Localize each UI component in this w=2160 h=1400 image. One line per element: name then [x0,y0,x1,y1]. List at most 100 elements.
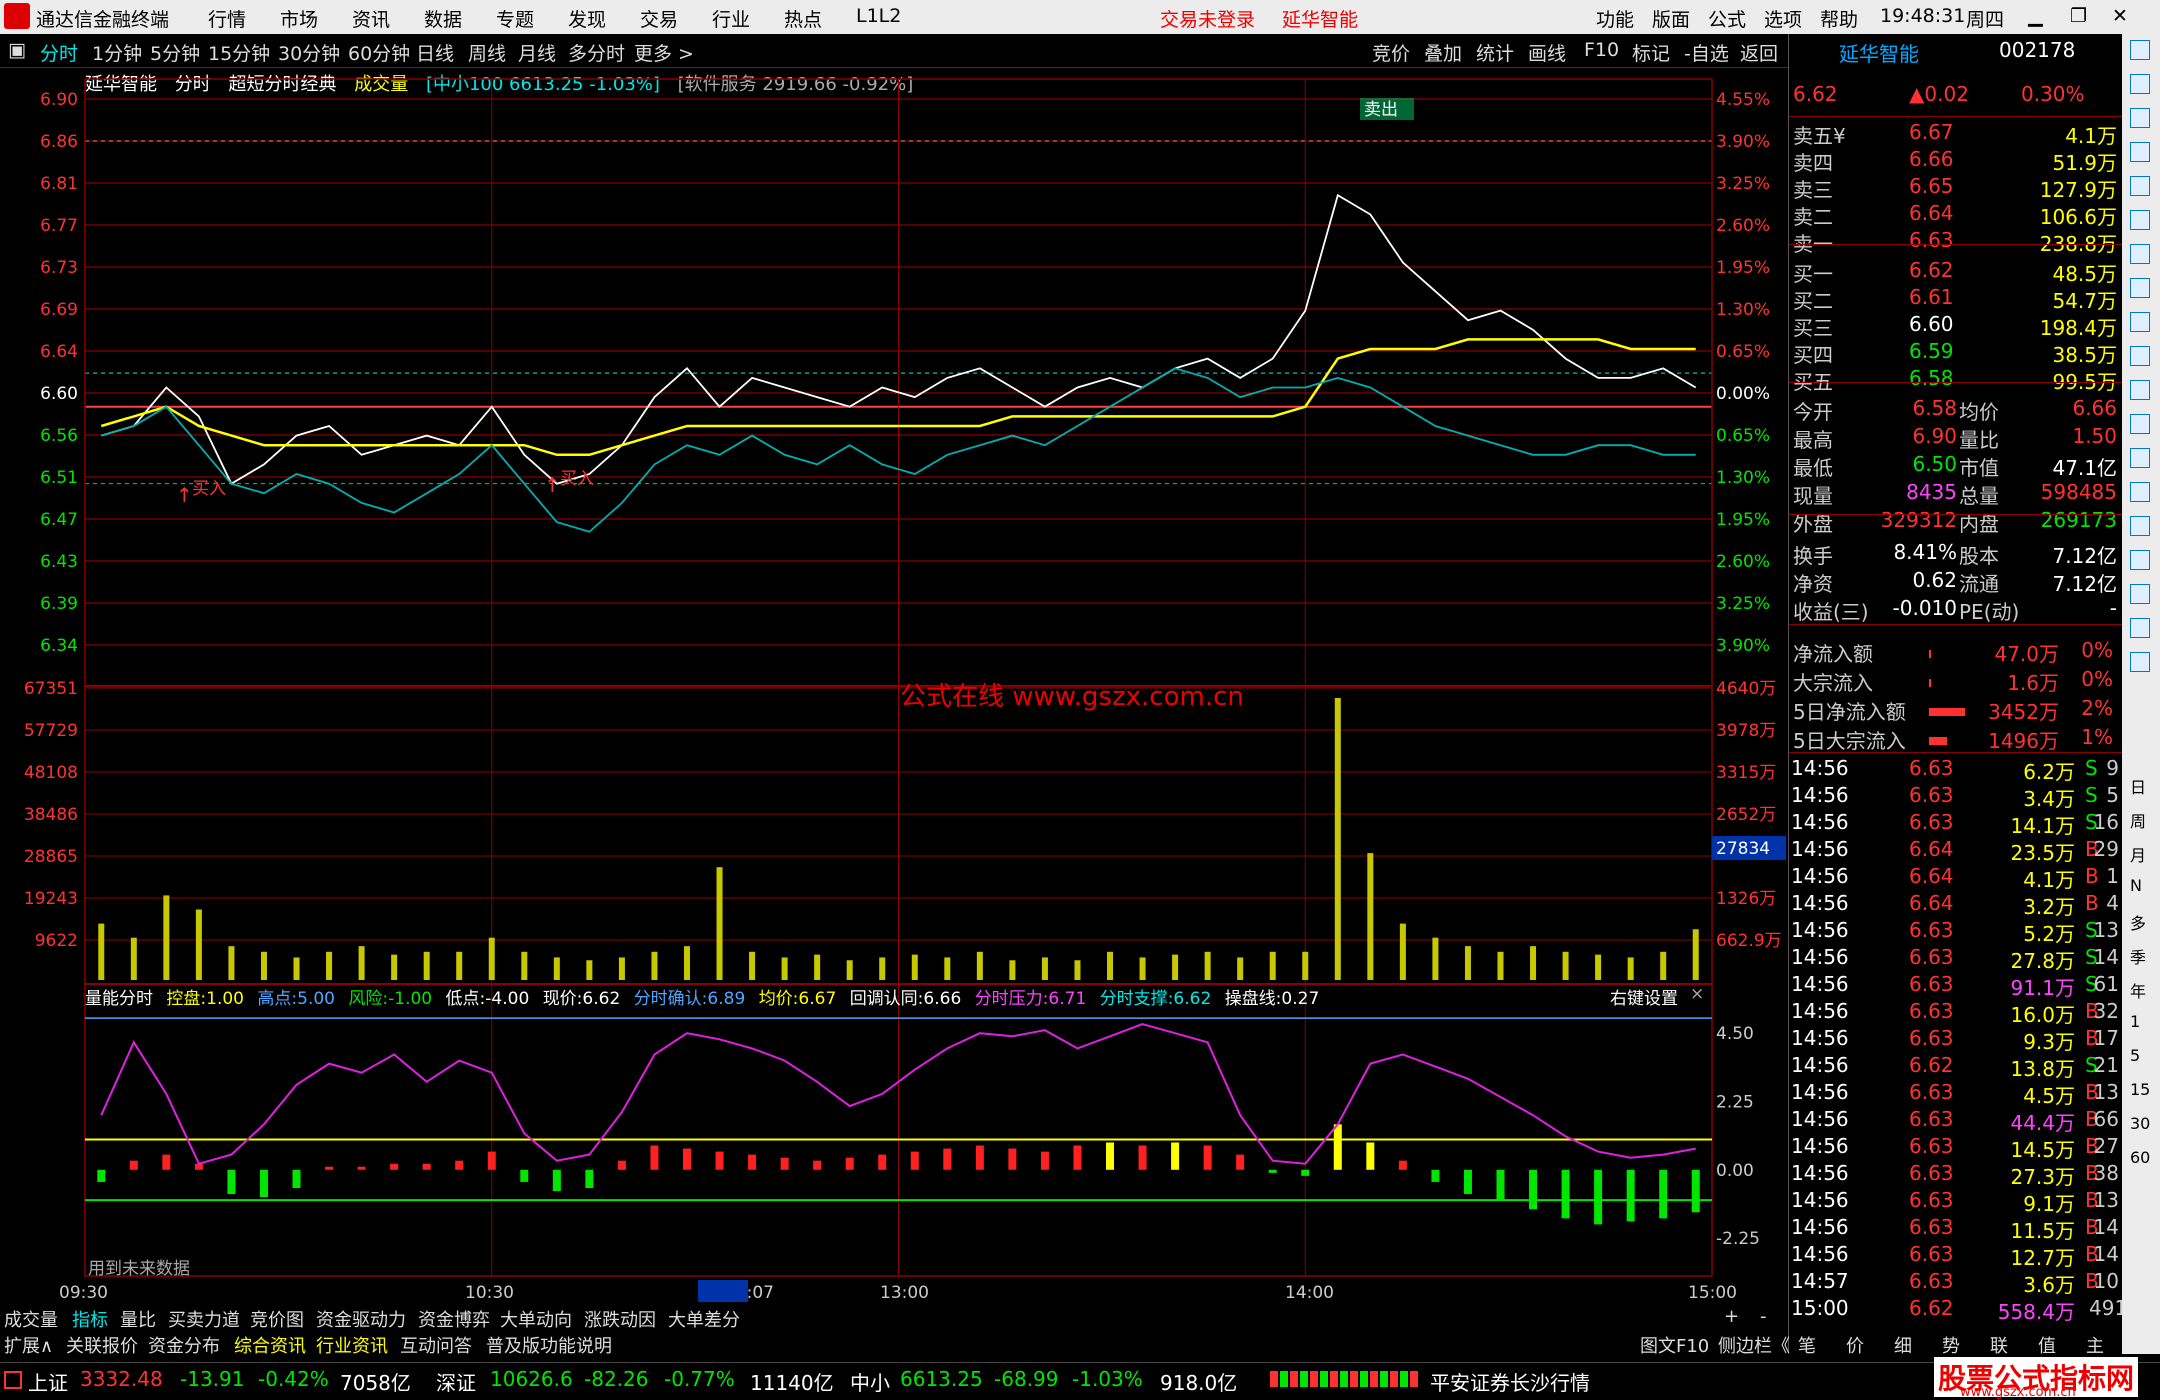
sz-change: -82.26 [584,1367,649,1391]
strip-tab[interactable]: N [2130,876,2142,895]
side-tab[interactable]: 侧边栏《 [1718,1332,1790,1358]
trade-tick-row-cell: 14:56 [1791,999,1849,1023]
remove-tab-icon[interactable]: - [1760,1306,1767,1327]
bottom-tab[interactable]: 关联报价 [66,1332,138,1358]
buy-arrow-icon: ↑ [544,473,561,497]
indicator-bar [1008,1148,1017,1170]
trade-tick-row-cell: 6.63 [1909,1026,1954,1050]
list-icon[interactable] [2130,142,2150,162]
bottom-tab[interactable]: 竞价图 [250,1306,304,1332]
broker-name[interactable]: 平安证券长沙行情 [1430,1367,1590,1396]
indicator-bar [455,1160,464,1170]
side-tab[interactable]: 联 [1990,1332,2008,1358]
rank-icon[interactable] [2130,516,2150,536]
indicator-bar [617,1160,626,1170]
bottom-tab[interactable]: 大单动向 [500,1306,572,1332]
bottom-tab[interactable]: 指标 [72,1306,108,1332]
fund-icon[interactable] [2130,312,2150,332]
bottom-tab[interactable]: 扩展∧ [4,1332,53,1358]
clock-icon[interactable] [2130,448,2150,468]
volume-bar [1562,951,1569,980]
bottom-tab[interactable]: 行业资讯 [316,1332,388,1358]
intraday-chart[interactable]: 6.90 4.55% 6.86 3.90% 6.81 3.25% 6.77 2.60% 6.73… [0,0,1788,1304]
grid-icon[interactable] [2130,176,2150,196]
bid-row-cell: 99.5万 [2052,370,2117,394]
flow-row-cell: 5日净流入额 [1793,700,1906,724]
strip-tab[interactable]: 年 [2130,978,2146,1002]
strip-tab[interactable]: 多 [2130,910,2146,934]
zx-amount: 918.0亿 [1160,1371,1238,1395]
strip-tab[interactable]: 1 [2130,1012,2140,1031]
flow-icon[interactable] [2130,380,2150,400]
pie-icon[interactable] [2130,652,2150,672]
strip-tab[interactable]: 30 [2130,1114,2150,1133]
chart-icon[interactable] [2130,210,2150,230]
strip-tab[interactable]: 5 [2130,1046,2140,1065]
strip-tab[interactable]: 季 [2130,944,2146,968]
strip-tab[interactable]: 日 [2130,774,2146,798]
close-icon[interactable]: ✕ [2112,5,2128,27]
time-tick-label: 14:00 [1285,1283,1334,1303]
side-tab[interactable]: 价 [1846,1332,1864,1358]
indicator-bar [1496,1169,1505,1201]
bottom-tab[interactable]: 量比 [120,1306,156,1332]
bottom-tab[interactable]: 普及版功能说明 [486,1332,612,1358]
fs-icon[interactable] [2130,618,2150,638]
strip-tab[interactable]: 周 [2130,808,2146,832]
calc-icon[interactable] [2130,108,2150,128]
bottom-tab[interactable]: 成交量 [4,1306,58,1332]
indicator-close-icon[interactable]: × [1690,984,1704,1004]
down-icon[interactable] [2130,74,2150,94]
sz-label[interactable]: 深证 [436,1367,476,1396]
stat-row-cell: 量比 [1959,428,1999,452]
bottom-tab[interactable]: 综合资讯 [234,1332,306,1358]
bottom-tab[interactable]: 涨跌动因 [584,1306,656,1332]
strip-tab[interactable]: 月 [2130,842,2146,866]
add-tab-icon[interactable]: + [1724,1306,1739,1327]
sell-marker: 卖出 [1364,100,1398,120]
side-tab[interactable]: 势 [1942,1332,1960,1358]
menu-item[interactable]: 帮助 [1820,5,1858,32]
stat2-row: 换手 8.41% 股本 7.12亿 [1789,540,2123,568]
indicator-settings-button[interactable]: 右键设置 [1610,984,1678,1009]
indicator-bar [1268,1169,1277,1173]
flow-row-cell: 47.0万 [1994,642,2059,666]
side-tab[interactable]: 细 [1894,1332,1912,1358]
bottom-tab[interactable]: 资金分布 [148,1332,220,1358]
trade-tick-row-cell: 6.63 [1909,972,1954,996]
side-tab[interactable]: 图文F10 [1640,1332,1709,1358]
minimize-icon[interactable]: ▁ [2028,5,2043,27]
trade-tick-row-cell: 6.63 [1909,810,1954,834]
sh-label[interactable]: 上证 [28,1367,68,1396]
bottom-tab[interactable]: 资金驱动力 [316,1306,406,1332]
bottom-tab[interactable]: 买卖力道 [168,1306,240,1332]
zx-label[interactable]: 中小 [850,1367,890,1396]
indicator-bar [910,1151,919,1170]
stat-row-cell: 329312 [1880,508,1957,532]
bid-row: 买四 6.59 38.5万 [1789,339,2123,367]
news-icon[interactable] [2130,278,2150,298]
pct-icon[interactable] [2130,550,2150,570]
strip-tab[interactable]: 15 [2130,1080,2150,1099]
hand-icon[interactable] [2130,482,2150,502]
bottom-tab[interactable]: 资金博弈 [418,1306,490,1332]
indicator-bar [1659,1169,1668,1219]
strip-tab[interactable]: 60 [2130,1148,2150,1167]
f10-icon[interactable] [2130,346,2150,366]
kline-icon[interactable] [2130,244,2150,264]
bottom-tab[interactable]: 互动问答 [400,1332,472,1358]
trade-tick-row: 14:56 6.64 3.2万 B 4 [1789,891,2123,919]
pen-icon[interactable] [2130,584,2150,604]
side-tab[interactable]: 主 [2086,1332,2104,1358]
side-tab[interactable]: 值 [2038,1332,2056,1358]
lock-icon[interactable] [2130,414,2150,434]
restore-icon[interactable]: ❐ [2070,5,2087,27]
volume-bar [1399,923,1406,980]
trade-tick-row-cell: 6.63 [1909,999,1954,1023]
volume-bar [195,909,202,980]
panel-divider [1789,382,2123,383]
side-tab[interactable]: 笔 [1798,1332,1816,1358]
bottom-tab[interactable]: 大单差分 [668,1306,740,1332]
up-icon[interactable] [2130,40,2150,60]
trade-tick-row-cell: 6.63 [1909,1134,1954,1158]
